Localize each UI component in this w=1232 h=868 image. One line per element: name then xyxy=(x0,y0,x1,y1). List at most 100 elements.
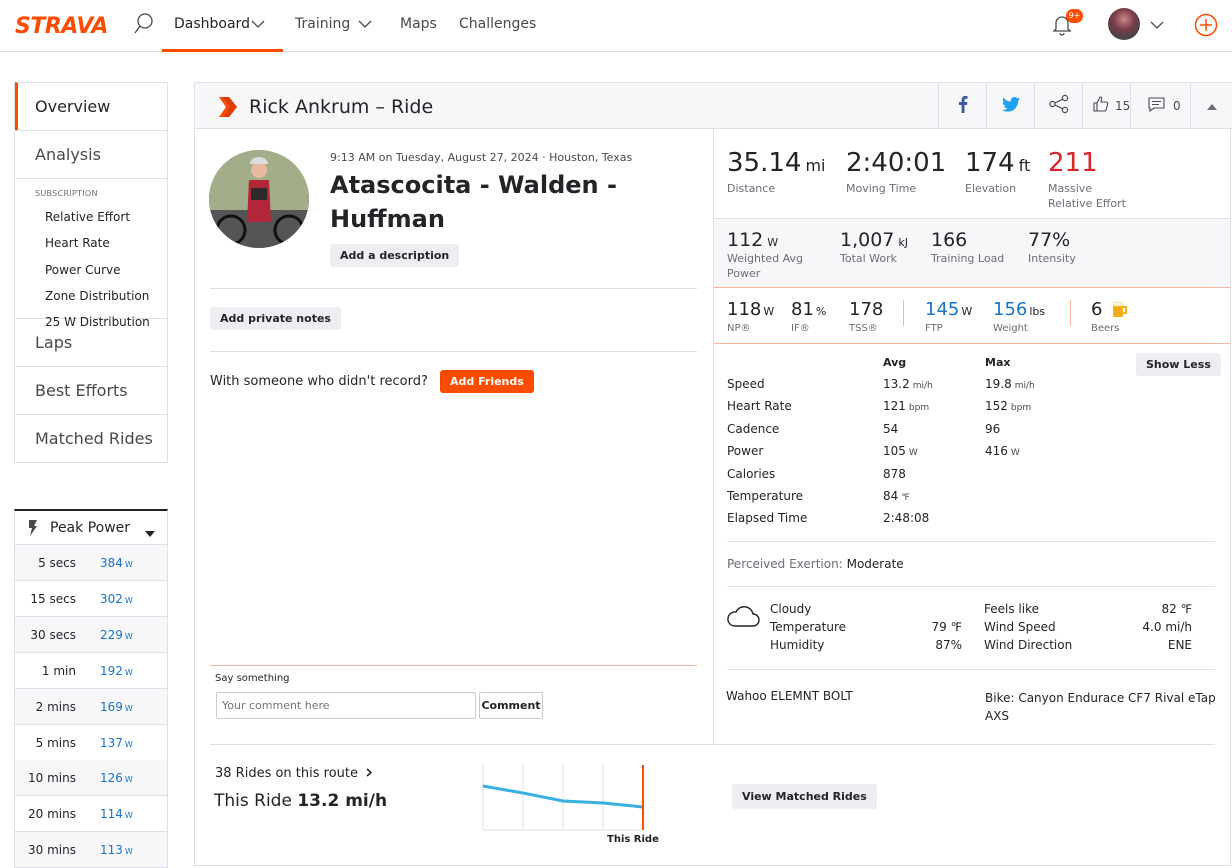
weather-temperature: 79 ℉ xyxy=(931,620,962,634)
matched-rides-link[interactable]: 38 Rides on this route xyxy=(215,766,373,781)
elevation-label: Elevation xyxy=(965,182,1017,195)
activity-name-line-1: Atascocita - Walden - xyxy=(330,171,617,199)
peak-power-row: 1 min 192 W xyxy=(14,652,168,689)
peak-power-value[interactable]: 126 W xyxy=(100,771,133,785)
peak-power-row: 30 mins 113 W xyxy=(14,832,168,868)
chevron-down-icon[interactable] xyxy=(1150,19,1164,33)
share-icon xyxy=(1048,94,1070,117)
weight-stat[interactable]: 156 lbs xyxy=(993,299,1045,320)
divider xyxy=(727,541,1215,542)
lightning-icon xyxy=(27,519,39,541)
this-ride-speed: This Ride 13.2 mi/h xyxy=(214,791,388,811)
comment-count[interactable]: 0 xyxy=(1173,99,1181,113)
nav-maps[interactable]: Maps xyxy=(400,16,437,32)
add-friends-button[interactable]: Add Friends xyxy=(440,370,534,393)
weighted-power-label: Weighted Avg Power xyxy=(727,252,803,280)
thumbs-up-icon xyxy=(1093,96,1109,115)
chevron-down-icon[interactable] xyxy=(358,18,372,32)
sidebar-item-zone-distribution[interactable]: Zone Distribution xyxy=(15,283,167,309)
chevron-down-icon[interactable] xyxy=(251,18,265,32)
search-icon[interactable] xyxy=(134,12,154,39)
nav-training[interactable]: Training xyxy=(295,16,350,32)
tss-stat: 178 xyxy=(849,299,884,320)
ftp-stat[interactable]: 145 W xyxy=(925,299,972,320)
comments-button[interactable]: 0 xyxy=(1130,83,1190,128)
peak-power-row: 15 secs 302 W xyxy=(14,580,168,617)
np-label: NP® xyxy=(727,323,751,334)
add-private-notes-button[interactable]: Add private notes xyxy=(210,307,341,330)
nav-dashboard[interactable]: Dashboard xyxy=(174,16,250,32)
wind-direction-label: Wind Direction xyxy=(984,638,1073,652)
divider-vertical xyxy=(1070,300,1071,326)
peak-power-value[interactable]: 229 W xyxy=(100,628,133,642)
kudos-count[interactable]: 15 xyxy=(1115,99,1130,113)
user-avatar[interactable] xyxy=(1108,8,1140,40)
moving-time-stat: 2:40:01 xyxy=(846,148,947,178)
perceived-exertion: Perceived Exertion: Moderate xyxy=(727,557,904,571)
sidebar-item-heart-rate[interactable]: Heart Rate xyxy=(15,230,167,256)
comment-icon xyxy=(1148,96,1165,115)
beers-label: Beers xyxy=(1091,323,1120,334)
caret-down-icon[interactable] xyxy=(145,525,155,541)
sidebar-item-overview[interactable]: Overview xyxy=(15,82,167,130)
peak-power-dropdown[interactable]: Peak Power xyxy=(14,509,168,545)
subscription-label: SUBSCRIPTION xyxy=(35,189,98,198)
sidebar-item-power-curve[interactable]: Power Curve xyxy=(15,257,167,283)
peak-power-duration: 15 secs xyxy=(30,591,76,606)
this-ride-marker-label: This Ride xyxy=(607,834,659,845)
sidebar-item-relative-effort[interactable]: Relative Effort xyxy=(15,204,167,230)
peak-power-duration: 5 mins xyxy=(35,735,76,750)
view-matched-rides-button[interactable]: View Matched Rides xyxy=(732,784,877,809)
say-something-label: Say something xyxy=(215,673,290,684)
peak-power-title: Peak Power xyxy=(50,520,131,536)
show-less-button[interactable]: Show Less xyxy=(1136,353,1221,376)
peak-power-duration: 10 mins xyxy=(28,771,76,786)
relative-effort-stat[interactable]: 211 xyxy=(1048,148,1098,178)
beers-stat: 6 xyxy=(1091,299,1103,320)
sidebar-item-best-efforts[interactable]: Best Efforts xyxy=(15,366,167,414)
peak-power-value[interactable]: 192 W xyxy=(100,664,133,678)
cloud-icon xyxy=(726,604,760,631)
peak-power-value[interactable]: 113 W xyxy=(100,843,133,857)
sidebar-item-matched-rides[interactable]: Matched Rides xyxy=(15,414,167,462)
divider xyxy=(727,586,1215,587)
peak-power-row: 30 secs 229 W xyxy=(14,616,168,653)
athlete-avatar[interactable] xyxy=(209,150,309,248)
sidebar-item-analysis[interactable]: Analysis xyxy=(15,130,167,178)
kudos-button[interactable]: 15 xyxy=(1082,83,1130,128)
np-stat: 118 W xyxy=(727,299,775,320)
notification-badge[interactable]: 9+ xyxy=(1066,9,1083,23)
add-plus-icon[interactable] xyxy=(1194,13,1218,40)
perceived-exertion-value: Moderate xyxy=(846,557,904,571)
peak-power-value[interactable]: 137 W xyxy=(100,736,133,750)
wind-speed-value: 4.0 mi/h xyxy=(1142,620,1192,634)
activity-name[interactable]: Atascocita - Walden - Huffman xyxy=(330,168,617,236)
caret-up-icon xyxy=(1206,99,1217,113)
detail-row-label: Heart Rate xyxy=(727,399,792,414)
training-load-stat: 166 xyxy=(931,229,968,251)
detail-row-max: 152 bpm xyxy=(985,399,1032,414)
detail-row-label: Speed xyxy=(727,377,765,391)
collapse-button[interactable] xyxy=(1190,83,1232,128)
weather-temperature-label: Temperature xyxy=(770,620,847,634)
activity-sidebar: Overview Analysis SUBSCRIPTION Relative … xyxy=(14,82,168,463)
divider xyxy=(210,351,697,352)
subscription-section: SUBSCRIPTION Relative Effort Heart Rate … xyxy=(15,178,167,329)
nav-challenges[interactable]: Challenges xyxy=(459,16,536,32)
comment-button[interactable]: Comment xyxy=(479,692,543,719)
perceived-exertion-label: Perceived Exertion: xyxy=(727,557,843,571)
add-description-button[interactable]: Add a description xyxy=(330,244,460,267)
peak-power-value[interactable]: 169 W xyxy=(100,700,133,714)
share-twitter-button[interactable] xyxy=(986,83,1034,128)
share-facebook-button[interactable] xyxy=(938,83,986,128)
share-button[interactable] xyxy=(1034,83,1082,128)
strava-logo[interactable]: STRAVA xyxy=(15,14,108,39)
peak-power-value[interactable]: 114 W xyxy=(100,807,133,821)
bike-name[interactable]: Bike: Canyon Endurace CF7 Rival eTap AXS xyxy=(985,689,1216,725)
weighted-power-stat: 112 W xyxy=(727,229,779,251)
comment-input[interactable] xyxy=(216,692,476,719)
detail-row-max: 19.8 mi/h xyxy=(985,377,1035,391)
peak-power-value[interactable]: 302 W xyxy=(100,592,133,606)
top-navigation: STRAVA Dashboard Training Maps Challenge… xyxy=(0,0,1232,52)
peak-power-value[interactable]: 384 W xyxy=(100,556,133,570)
